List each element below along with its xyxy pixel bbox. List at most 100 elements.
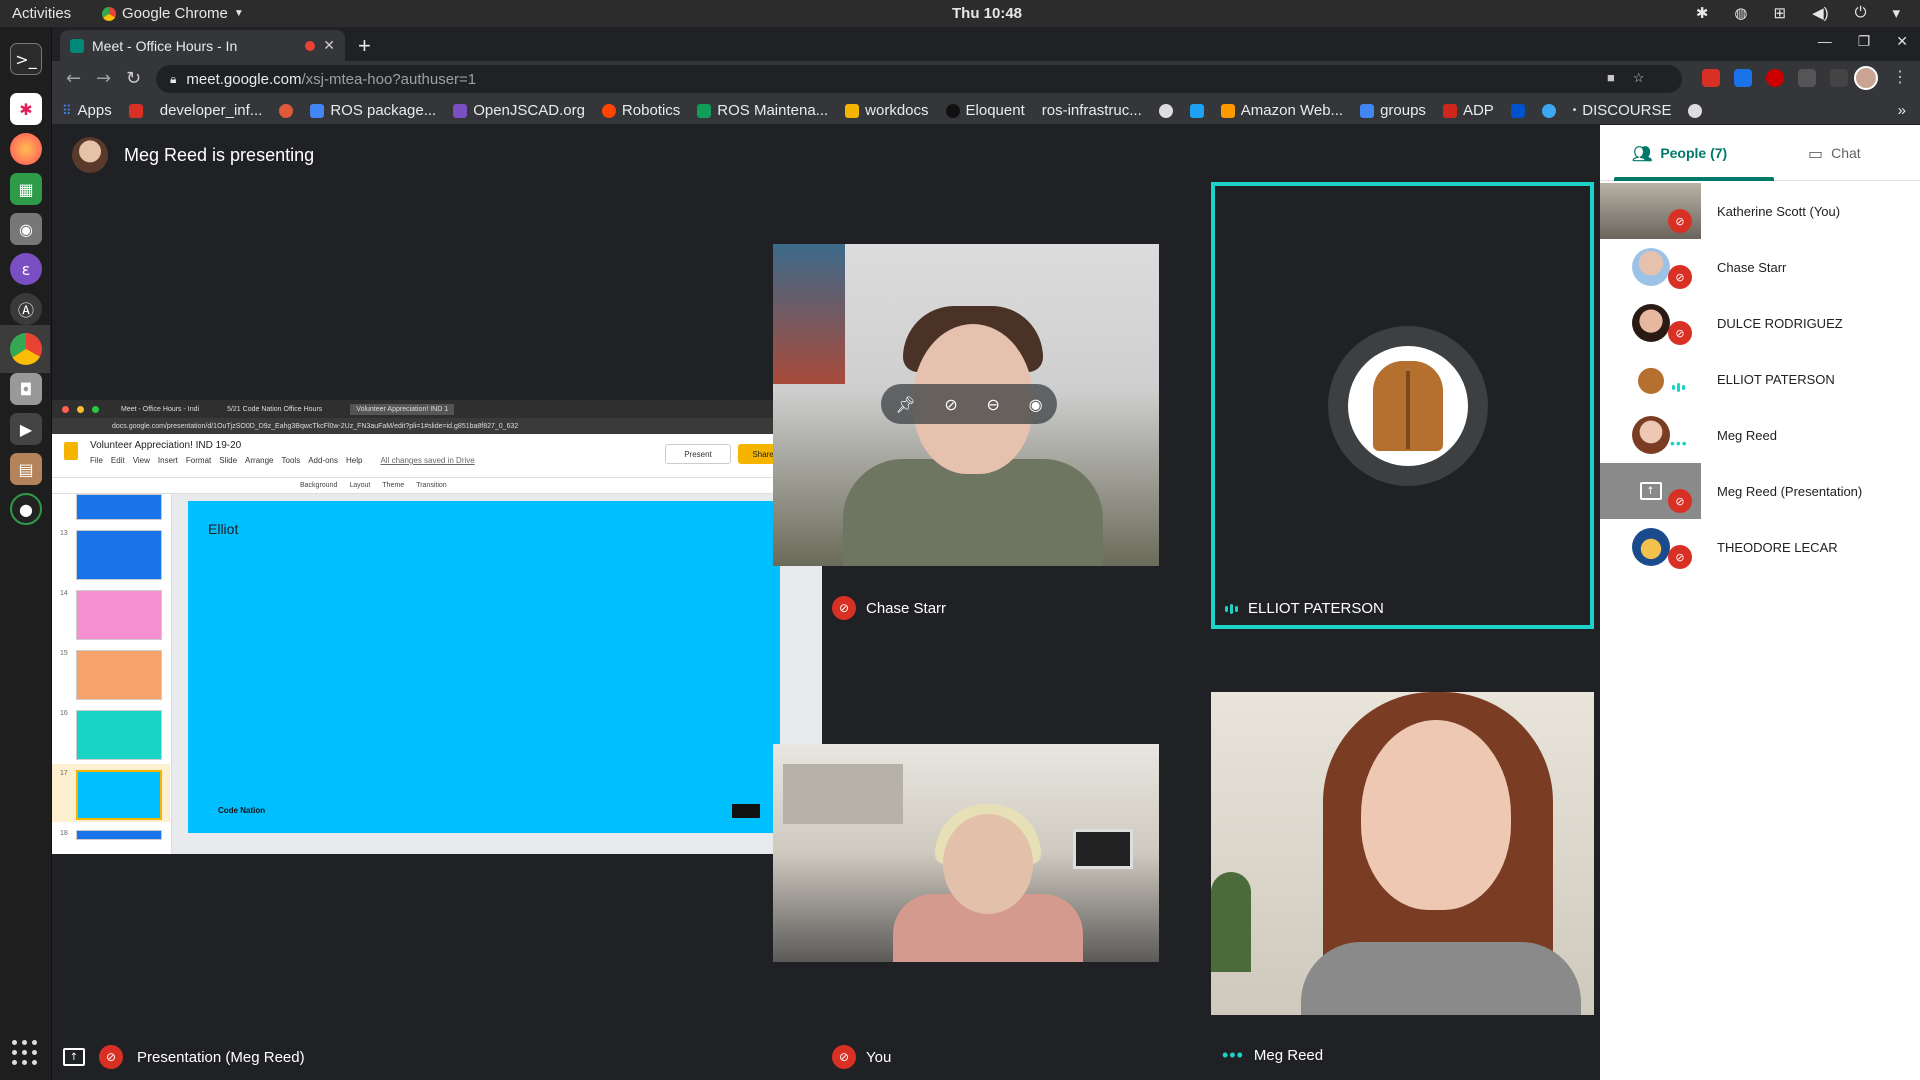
app-menu[interactable]: Google Chrome ▼ — [102, 5, 244, 22]
software-center-icon[interactable]: Ⓐ — [10, 293, 42, 325]
network-icon[interactable]: ⊞ — [1773, 4, 1786, 22]
globe-icon[interactable]: ◍ — [1734, 4, 1747, 22]
slide-thumbnail — [76, 590, 162, 640]
bookmark-star-icon[interactable]: ☆ — [1633, 70, 1645, 86]
terminal-icon[interactable]: >_ — [10, 43, 42, 75]
participant-name: Meg Reed — [1717, 427, 1777, 443]
bookmark-item[interactable]: workdocs — [845, 102, 929, 119]
video-tile-meg[interactable] — [1211, 692, 1594, 1015]
bookmark-item[interactable]: ros-infrastruc... — [1042, 102, 1142, 119]
chevron-down-icon[interactable]: ▾ — [1892, 4, 1900, 22]
bookmark-item[interactable]: Eloquent — [945, 102, 1025, 119]
mic-muted-icon: ⊘ — [1668, 209, 1692, 233]
video-tile-elliot[interactable]: ELLIOT PATERSON — [1211, 182, 1594, 629]
firefox-icon[interactable] — [10, 133, 42, 165]
slides-header: Volunteer Appreciation! IND 19-20 File E… — [52, 434, 822, 478]
bookmark-item[interactable]: OpenJSCAD.org — [453, 102, 585, 119]
bookmark-item[interactable]: ADP — [1442, 102, 1494, 119]
address-bar[interactable]: 🔒︎ meet.google.com/xsj-mtea-hoo?authuser… — [156, 65, 1682, 93]
slack-icon[interactable]: ✱ — [1696, 4, 1709, 22]
back-button[interactable]: ← — [66, 68, 81, 89]
people-icon: 👥︎ — [1632, 143, 1653, 163]
participant-row[interactable]: ↑ ⊘ Meg Reed (Presentation) — [1600, 463, 1920, 519]
slack-icon[interactable]: ✱ — [10, 93, 42, 125]
reload-button[interactable]: ↻ — [126, 68, 141, 89]
restore-icon[interactable]: ❐ — [1858, 33, 1871, 50]
speaking-indicator-icon — [1672, 383, 1685, 392]
files-icon[interactable]: ▤ — [10, 453, 42, 485]
shared-screen[interactable]: Meet - Office Hours - Indi 5/21 Code Nat… — [52, 400, 822, 854]
participant-row[interactable]: ⊘ Chase Starr — [1600, 239, 1920, 295]
participant-row[interactable]: ELLIOT PATERSON — [1600, 351, 1920, 407]
volume-icon[interactable]: ◀) — [1812, 4, 1829, 22]
remove-icon[interactable]: ⊖ — [987, 395, 1000, 414]
more-options-icon[interactable]: ••• — [1222, 1045, 1244, 1066]
bookmark-item[interactable] — [1541, 103, 1556, 118]
participant-thumb: ↑ ⊘ — [1600, 463, 1701, 519]
emacs-icon[interactable]: ε — [10, 253, 42, 285]
browser-toolbar: ← → ↻ 🔒︎ meet.google.com/xsj-mtea-hoo?au… — [52, 61, 1920, 97]
camera-in-use-icon[interactable]: ■ — [1607, 70, 1615, 86]
lastpass-extension-icon[interactable] — [1766, 69, 1784, 87]
profile-avatar[interactable] — [1854, 66, 1878, 90]
participant-row[interactable]: ••• Meg Reed — [1600, 407, 1920, 463]
extension-icon[interactable] — [1798, 69, 1816, 87]
speaking-indicator-icon — [1225, 603, 1238, 614]
extension-icon[interactable] — [1830, 69, 1848, 87]
bookmark-item[interactable]: developer_inf... — [160, 102, 263, 119]
bookmark-item[interactable]: Robotics — [601, 102, 680, 119]
screenshot-icon[interactable]: ◉ — [10, 213, 42, 245]
camera-icon[interactable]: ◘ — [10, 373, 42, 405]
system-tray[interactable]: ✱ ◍ ⊞ ◀) ⏻ ▾ — [1696, 4, 1900, 22]
new-tab-button[interactable]: + — [358, 33, 371, 59]
webcam-icon[interactable]: ● — [10, 493, 42, 525]
bookmark-item[interactable] — [1189, 103, 1204, 118]
mic-muted-icon[interactable]: ⊘ — [944, 395, 957, 414]
show-apps-icon[interactable] — [12, 1040, 38, 1066]
video-tile-you[interactable] — [773, 744, 1159, 962]
chrome-icon[interactable] — [10, 333, 42, 365]
participant-row[interactable]: ⊘ DULCE RODRIGUEZ — [1600, 295, 1920, 351]
extension-icon[interactable] — [1734, 69, 1752, 87]
video-editor-icon[interactable]: ▶ — [10, 413, 42, 445]
window-controls: — ❐ ✕ — [1818, 33, 1908, 50]
bookmark-item[interactable] — [1158, 103, 1173, 118]
calendar-extension-icon[interactable] — [1702, 69, 1720, 87]
bookmark-item[interactable] — [128, 103, 143, 118]
chrome-menu-icon[interactable]: ⋮ — [1892, 67, 1908, 87]
slides-toolbar: Background Layout Theme Transition — [52, 478, 822, 494]
power-icon[interactable]: ⏻ — [1855, 4, 1867, 22]
mic-muted-icon: ⊘ — [1668, 545, 1692, 569]
tab-meet[interactable]: Meet - Office Hours - In ✕ — [60, 30, 345, 61]
close-tab-icon[interactable]: ✕ — [323, 37, 335, 54]
bookmark-favicon-icon — [1541, 103, 1556, 118]
bookmark-item[interactable]: ROS Maintena... — [697, 102, 828, 119]
participant-thumb: ⊘ — [1600, 183, 1701, 239]
bookmark-item[interactable]: ROS package... — [310, 102, 436, 119]
bookmark-item[interactable] — [1688, 103, 1703, 118]
eye-icon[interactable]: ◉ — [1029, 395, 1043, 414]
twitter-icon — [1189, 103, 1204, 118]
participant-row[interactable]: ⊘ THEODORE LECAR — [1600, 519, 1920, 575]
activities-button[interactable]: Activities — [12, 5, 71, 22]
participant-name: Chase Starr — [866, 599, 947, 617]
bookmark-item[interactable]: groups — [1360, 102, 1426, 119]
more-bookmarks-icon[interactable]: » — [1898, 102, 1906, 119]
close-window-icon[interactable]: ✕ — [1896, 33, 1908, 50]
pin-icon[interactable]: 📌︎ — [895, 395, 915, 414]
bookmark-apps[interactable]: ⠿ Apps — [62, 102, 112, 119]
bookmark-item[interactable] — [1510, 103, 1525, 118]
bookmark-item[interactable] — [279, 103, 294, 118]
bookmark-item[interactable]: • DISCOURSE — [1573, 102, 1672, 119]
participant-row[interactable]: ⊘ Katherine Scott (You) — [1600, 183, 1920, 239]
forward-button[interactable]: → — [96, 68, 111, 89]
tab-chat[interactable]: ▭ Chat — [1808, 125, 1861, 181]
video-tile-chase[interactable]: 📌︎ ⊘ ⊖ ◉ — [773, 244, 1159, 566]
present-screen-icon: ↑ — [1639, 482, 1662, 500]
tab-people[interactable]: 👥︎ People (7) — [1632, 125, 1727, 181]
tile-label-elliot: ELLIOT PATERSON — [1225, 600, 1384, 617]
minimize-icon[interactable]: — — [1818, 33, 1832, 50]
spreadsheet-icon[interactable]: ▦ — [10, 173, 42, 205]
bookmark-item[interactable]: Amazon Web... — [1220, 102, 1343, 119]
clock[interactable]: Thu 10:48 — [952, 5, 1022, 22]
